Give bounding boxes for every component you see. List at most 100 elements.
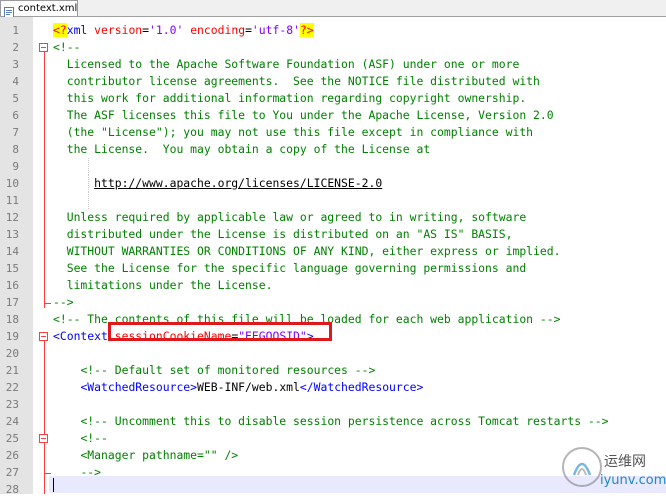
code-line[interactable]: 2 <!-- [0, 39, 666, 56]
xml-file-icon [4, 3, 14, 18]
code-line[interactable]: 1 <?xml version='1.0' encoding='utf-8'?> [0, 22, 666, 39]
code-text: <?xml version='1.0' encoding='utf-8'?> [53, 22, 314, 39]
fold-collapse-icon[interactable] [39, 332, 48, 341]
line-number: 28 [5, 483, 19, 496]
code-text: contributor license agreements. See the … [53, 73, 540, 90]
code-token-cm: Unless required by applicable law or agr… [53, 210, 527, 224]
code-line[interactable]: 23 [0, 396, 666, 413]
code-token-pl: WEB-INF/web.xml [197, 380, 300, 394]
indent-guide [88, 158, 90, 175]
code-line[interactable]: 3 Licensed to the Apache Software Founda… [0, 56, 666, 73]
code-text: this work for additional information reg… [53, 90, 526, 107]
code-line[interactable]: 22 <WatchedResource>WEB-INF/web.xml</Wat… [0, 379, 666, 396]
line-number: 16 [5, 279, 19, 292]
code-line[interactable]: 24 <!-- Uncomment this to disable sessio… [0, 413, 666, 430]
tab-context-xml[interactable]: context.xml [0, 0, 78, 18]
line-number: 13 [5, 228, 19, 241]
code-text: --> [53, 294, 74, 311]
code-token-tg: </WatchedResource> [299, 380, 424, 394]
code-token-cm: <Manager pathname="" /> [80, 448, 239, 462]
code-text: See the License for the specific languag… [53, 260, 526, 277]
line-number: 23 [5, 398, 19, 411]
line-number: 25 [5, 432, 19, 445]
code-token-pl: = [245, 23, 252, 37]
code-line[interactable]: 12 Unless required by applicable law or … [0, 209, 666, 226]
code-line[interactable]: 17 --> [0, 294, 666, 311]
line-number: 6 [12, 109, 19, 122]
text-caret [53, 478, 54, 492]
line-number: 5 [12, 92, 19, 105]
code-token-cm: <!-- Uncomment this to disable session p… [80, 414, 609, 428]
code-token-cm: --> [80, 465, 102, 479]
line-number: 20 [5, 347, 19, 360]
code-token-cm: <!-- [80, 431, 108, 445]
code-line[interactable]: 14 WITHOUT WARRANTIES OR CONDITIONS OF A… [0, 243, 666, 260]
code-line[interactable]: 8 the License. You may obtain a copy of … [0, 141, 666, 158]
code-line[interactable]: 15 See the License for the specific lang… [0, 260, 666, 277]
code-token-cm: limitations under the License. [53, 278, 273, 292]
line-number: 22 [5, 381, 19, 394]
code-line[interactable]: 13 distributed under the License is dist… [0, 226, 666, 243]
line-number: 19 [5, 330, 19, 343]
code-line[interactable]: 19 <Context sessionCookieName="EEGOOSID"> [0, 328, 666, 345]
fold-collapse-icon[interactable] [39, 434, 48, 443]
line-number: 26 [5, 449, 19, 462]
code-line[interactable]: 16 limitations under the License. [0, 277, 666, 294]
code-editor[interactable]: 1 <?xml version='1.0' encoding='utf-8'?> 2… [0, 22, 666, 498]
code-token-cm: (the "License"); you may not use this fi… [53, 125, 534, 139]
line-number: 24 [5, 415, 19, 428]
code-line[interactable]: 10 http://www.apache.org/licenses/LICENS… [0, 175, 666, 192]
code-line[interactable]: 11 [0, 192, 666, 209]
code-token-at: version [94, 23, 143, 37]
code-token-cm: See the License for the specific languag… [53, 261, 527, 275]
code-line[interactable]: 21 <!-- Default set of monitored resourc… [0, 362, 666, 379]
code-token-vl: '1.0' [149, 23, 184, 37]
code-text: <WatchedResource>WEB-INF/web.xml</Watche… [53, 379, 423, 396]
fold-collapse-icon[interactable] [39, 43, 48, 52]
code-line[interactable]: 9 [0, 158, 666, 175]
line-number: 1 [12, 24, 19, 37]
code-token-cm: <!-- [53, 40, 81, 54]
line-number: 3 [12, 58, 19, 71]
code-text: The ASF licenses this file to You under … [53, 107, 554, 124]
code-token-tg: xml [66, 23, 95, 37]
code-token-cm: the License. You may obtain a copy of th… [53, 142, 431, 156]
code-token-cm: Licensed to the Apache Software Foundati… [53, 57, 520, 71]
code-line[interactable]: 6 The ASF licenses this file to You unde… [0, 107, 666, 124]
line-number: 27 [5, 466, 19, 479]
code-line[interactable]: 4 contributor license agreements. See th… [0, 73, 666, 90]
annotation-highlight-box [108, 322, 332, 341]
code-text: distributed under the License is distrib… [53, 226, 513, 243]
line-number: 12 [5, 211, 19, 224]
fold-end-marker [44, 294, 51, 304]
code-token-cm: --> [53, 295, 74, 309]
watermark-title: 运维网 [604, 454, 646, 470]
line-number: 2 [12, 41, 19, 54]
line-number: 18 [5, 313, 19, 326]
code-token-cm: distributed under the License is distrib… [53, 227, 513, 241]
code-text: (the "License"); you may not use this fi… [53, 124, 533, 141]
code-line[interactable]: 7 (the "License"); you may not use this … [0, 124, 666, 141]
code-line[interactable]: 18 <!-- The contents of this file will be… [0, 311, 666, 328]
code-token-cm: this work for additional information reg… [53, 91, 527, 105]
line-number: 4 [12, 75, 19, 88]
code-text: <!-- Uncomment this to disable session p… [53, 413, 608, 430]
code-token-url[interactable]: http://www.apache.org/licenses/LICENSE-2… [94, 176, 382, 190]
code-token-tg: <WatchedResource> [80, 380, 198, 394]
watermark-url: iyunv.com [600, 473, 666, 488]
yunwei-logo-icon [562, 447, 602, 487]
code-token-pi: ?> [299, 23, 314, 37]
code-token-tg: <Context [53, 329, 108, 343]
code-line[interactable]: 5 this work for additional information r… [0, 90, 666, 107]
line-number: 21 [5, 364, 19, 377]
code-token-at: encoding [190, 23, 246, 37]
line-number: 8 [12, 143, 19, 156]
indent-guide [88, 192, 90, 209]
code-text: <!-- [53, 430, 108, 447]
line-number: 15 [5, 262, 19, 275]
line-number: 14 [5, 245, 19, 258]
code-line[interactable]: 20 [0, 345, 666, 362]
